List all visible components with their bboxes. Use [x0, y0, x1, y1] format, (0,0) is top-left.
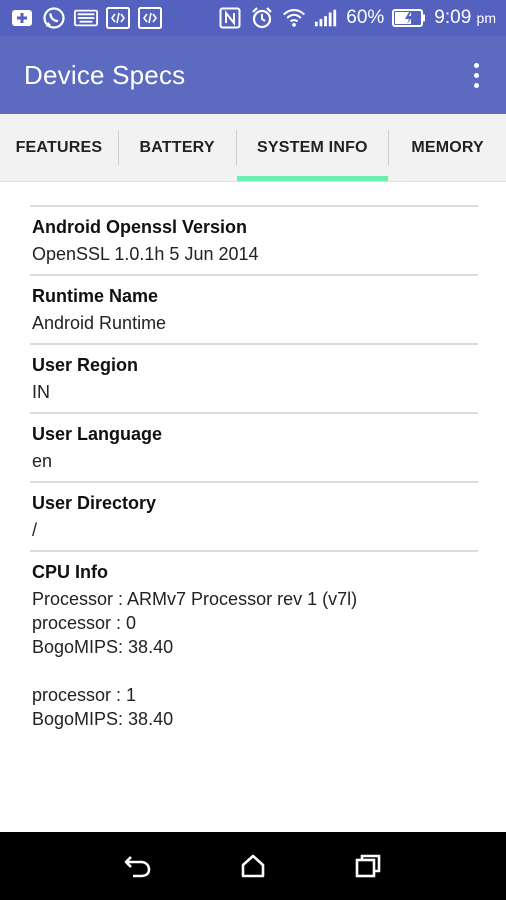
app-title: Device Specs: [24, 59, 186, 90]
item-label: User Language: [32, 424, 163, 444]
back-icon: [124, 856, 150, 878]
status-bar: 60% 9:09 pm: [0, 0, 506, 36]
signal-icon: [314, 6, 338, 30]
item-value: Processor : ARMv7 Processor rev 1 (v7l) …: [32, 589, 358, 729]
system-info-list[interactable]: Android Openssl Version OpenSSL 1.0.1h 5…: [0, 183, 506, 733]
nfc-icon: [218, 6, 242, 30]
clock-suffix: pm: [476, 10, 496, 26]
keyboard-icon: [74, 6, 98, 30]
overflow-menu-button[interactable]: [464, 55, 488, 95]
clock-time: 9:09: [434, 7, 472, 28]
list-item-region: User Region IN: [30, 345, 478, 414]
overflow-dot: [473, 82, 479, 88]
item-label: User Region: [32, 355, 139, 375]
list-item-directory: User Directory /: [30, 483, 478, 552]
battery-percent: 60%: [346, 7, 385, 28]
list-item-language: User Language en: [30, 414, 478, 483]
recents-button[interactable]: [348, 846, 388, 886]
tab-features[interactable]: FEATURES: [0, 114, 118, 181]
tab-memory[interactable]: MEMORY: [389, 114, 506, 181]
home-icon: [241, 854, 265, 878]
app-bar: Device Specs: [0, 36, 506, 114]
overflow-dot: [473, 62, 479, 68]
item-label: Runtime Name: [32, 286, 159, 306]
home-button[interactable]: [233, 846, 273, 886]
whatsapp-icon: [42, 6, 66, 30]
list-item-openssl: Android Openssl Version OpenSSL 1.0.1h 5…: [30, 207, 478, 276]
clock: 9:09 pm: [434, 7, 496, 29]
tab-system-info[interactable]: SYSTEM INFO: [236, 114, 389, 181]
item-label: Android Openssl Version: [32, 217, 248, 237]
overflow-dot: [473, 72, 479, 78]
recents-icon: [356, 854, 381, 878]
add-icon: [10, 6, 34, 30]
code-icon: [138, 6, 162, 30]
status-bar-notifications: [10, 6, 162, 30]
list-item-runtime: Runtime Name Android Runtime: [30, 276, 478, 345]
item-label: CPU Info: [32, 562, 108, 582]
item-value: IN: [32, 382, 50, 402]
code-icon: [106, 6, 130, 30]
back-button[interactable]: [118, 846, 158, 886]
item-value: Android Runtime: [32, 313, 167, 333]
battery-charging-icon: [392, 6, 426, 30]
item-value: OpenSSL 1.0.1h 5 Jun 2014: [32, 244, 259, 264]
item-value: /: [32, 520, 38, 540]
status-bar-system: 60% 9:09 pm: [218, 6, 496, 30]
item-label: User Directory: [32, 493, 157, 513]
list-item-cpu-info: CPU Info Processor : ARMv7 Processor rev…: [30, 552, 478, 733]
tab-battery[interactable]: BATTERY: [119, 114, 236, 181]
item-value: en: [32, 451, 53, 471]
wifi-icon: [282, 6, 306, 30]
alarm-icon: [250, 6, 274, 30]
tab-bar: FEATURES BATTERY SYSTEM INFO MEMORY: [0, 114, 506, 182]
navigation-bar: [0, 832, 506, 900]
